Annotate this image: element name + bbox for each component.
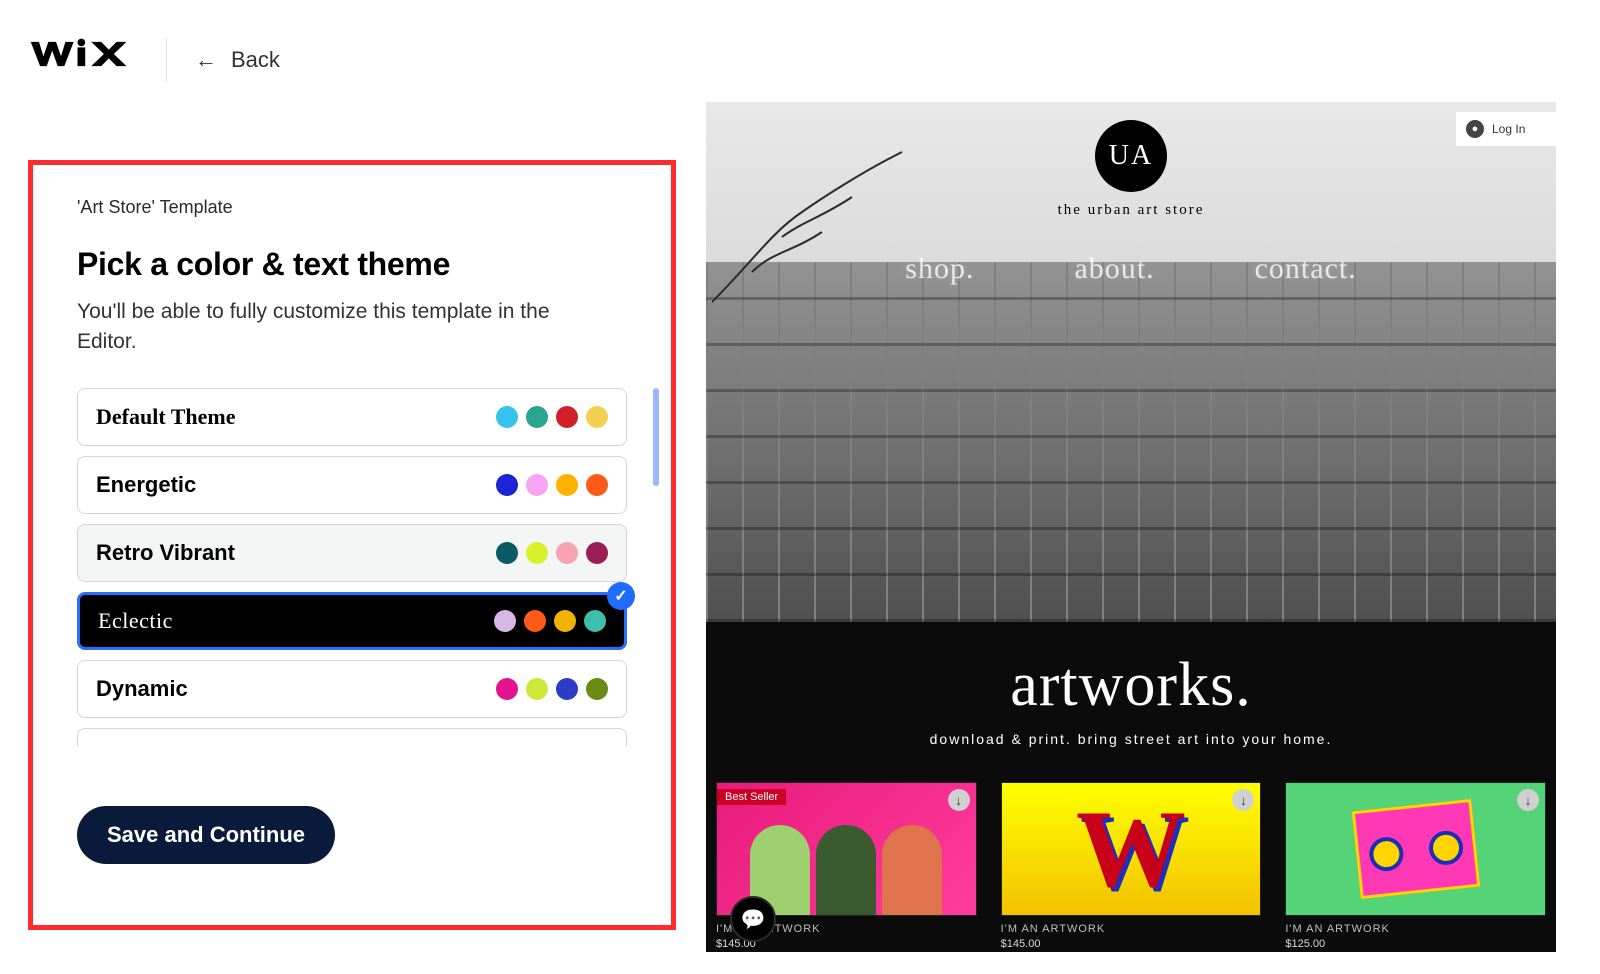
save-and-continue-button[interactable]: Save and Continue — [77, 806, 335, 864]
product-card[interactable]: W ↓ — [1001, 782, 1262, 916]
themes-list-wrap: Default Theme Energetic Retro — [77, 388, 627, 768]
nav-shop[interactable]: shop. — [905, 252, 974, 286]
swatch — [554, 610, 576, 632]
swatches — [494, 610, 606, 632]
swatch — [586, 542, 608, 564]
theme-option-energetic[interactable]: Energetic — [77, 456, 627, 514]
swatch — [524, 610, 546, 632]
swatch — [586, 678, 608, 700]
panel-title: Pick a color & text theme — [77, 246, 627, 283]
tagline: the urban art store — [706, 202, 1556, 219]
swatch — [496, 678, 518, 700]
product-image — [1286, 783, 1545, 915]
swatch — [556, 542, 578, 564]
best-seller-badge: Best Seller — [717, 789, 786, 805]
download-icon[interactable]: ↓ — [948, 789, 970, 811]
artworks-title: artworks. — [706, 650, 1556, 721]
theme-label: Retro Vibrant — [96, 540, 235, 566]
themes-list: Default Theme Energetic Retro — [77, 388, 627, 746]
theme-option-dynamic[interactable]: Dynamic — [77, 660, 627, 718]
download-icon[interactable]: ↓ — [1517, 789, 1539, 811]
header-divider — [166, 38, 167, 82]
login-button[interactable]: ● Log In — [1456, 112, 1556, 146]
product-grid: Best Seller ↓ W ↓ ↓ — [716, 782, 1546, 916]
swatch — [584, 610, 606, 632]
building-photo — [706, 262, 1556, 622]
template-preview: ● Log In UA the urban art store shop. ab… — [706, 102, 1556, 952]
theme-label: Default Theme — [96, 404, 236, 430]
back-label: Back — [231, 47, 280, 73]
product-card[interactable]: ↓ — [1285, 782, 1546, 916]
arrow-left-icon: ← — [195, 47, 217, 73]
swatch — [556, 678, 578, 700]
product-caption: I'M AN ARTWORK $125.00 — [1285, 922, 1546, 952]
theme-label: Eclectic — [98, 608, 173, 634]
swatch — [526, 542, 548, 564]
swatches — [496, 474, 608, 496]
login-label: Log In — [1492, 122, 1525, 136]
product-price: $145.00 — [1001, 937, 1262, 952]
swatch — [496, 542, 518, 564]
nav-contact[interactable]: contact. — [1255, 252, 1357, 286]
theme-option-eclectic-wrap: Eclectic ✓ — [77, 592, 627, 650]
chat-icon[interactable]: 💬 — [730, 896, 776, 942]
branch-illustration — [712, 142, 912, 312]
swatch — [526, 678, 548, 700]
theme-option-more[interactable] — [77, 728, 627, 746]
user-icon: ● — [1466, 120, 1484, 138]
product-captions: I'M AN ARTWORK $145.00 I'M AN ARTWORK $1… — [716, 922, 1546, 952]
swatch — [496, 474, 518, 496]
scrollbar-thumb[interactable] — [653, 388, 659, 486]
theme-label: Dynamic — [96, 676, 188, 702]
swatch — [556, 406, 578, 428]
theme-label: Energetic — [96, 472, 196, 498]
theme-option-retro-vibrant[interactable]: Retro Vibrant — [77, 524, 627, 582]
swatch — [586, 406, 608, 428]
theme-option-eclectic[interactable]: Eclectic — [77, 592, 627, 650]
product-name: I'M AN ARTWORK — [1285, 922, 1546, 937]
back-button[interactable]: ← Back — [195, 47, 280, 73]
wix-logo — [28, 31, 138, 89]
swatch — [494, 610, 516, 632]
theme-option-default[interactable]: Default Theme — [77, 388, 627, 446]
product-price: $125.00 — [1285, 937, 1546, 952]
product-caption: I'M AN ARTWORK $145.00 — [1001, 922, 1262, 952]
swatch — [556, 474, 578, 496]
swatches — [496, 542, 608, 564]
breadcrumb: 'Art Store' Template — [77, 197, 627, 218]
brand-badge: UA — [1095, 120, 1167, 192]
panel-subtitle: You'll be able to fully customize this t… — [77, 297, 577, 358]
swatches — [496, 406, 608, 428]
artworks-subtitle: download & print. bring street art into … — [706, 731, 1556, 747]
swatch — [586, 474, 608, 496]
product-image: W — [1002, 783, 1261, 915]
nav-about[interactable]: about. — [1074, 252, 1154, 286]
swatches — [496, 678, 608, 700]
artworks-section: artworks. download & print. bring street… — [706, 622, 1556, 747]
nav-menu: shop. about. contact. — [706, 252, 1556, 286]
swatch — [496, 406, 518, 428]
swatch — [526, 474, 548, 496]
theme-panel: 'Art Store' Template Pick a color & text… — [28, 160, 676, 930]
product-name: I'M AN ARTWORK — [1001, 922, 1262, 937]
check-icon: ✓ — [607, 582, 635, 610]
swatch — [526, 406, 548, 428]
